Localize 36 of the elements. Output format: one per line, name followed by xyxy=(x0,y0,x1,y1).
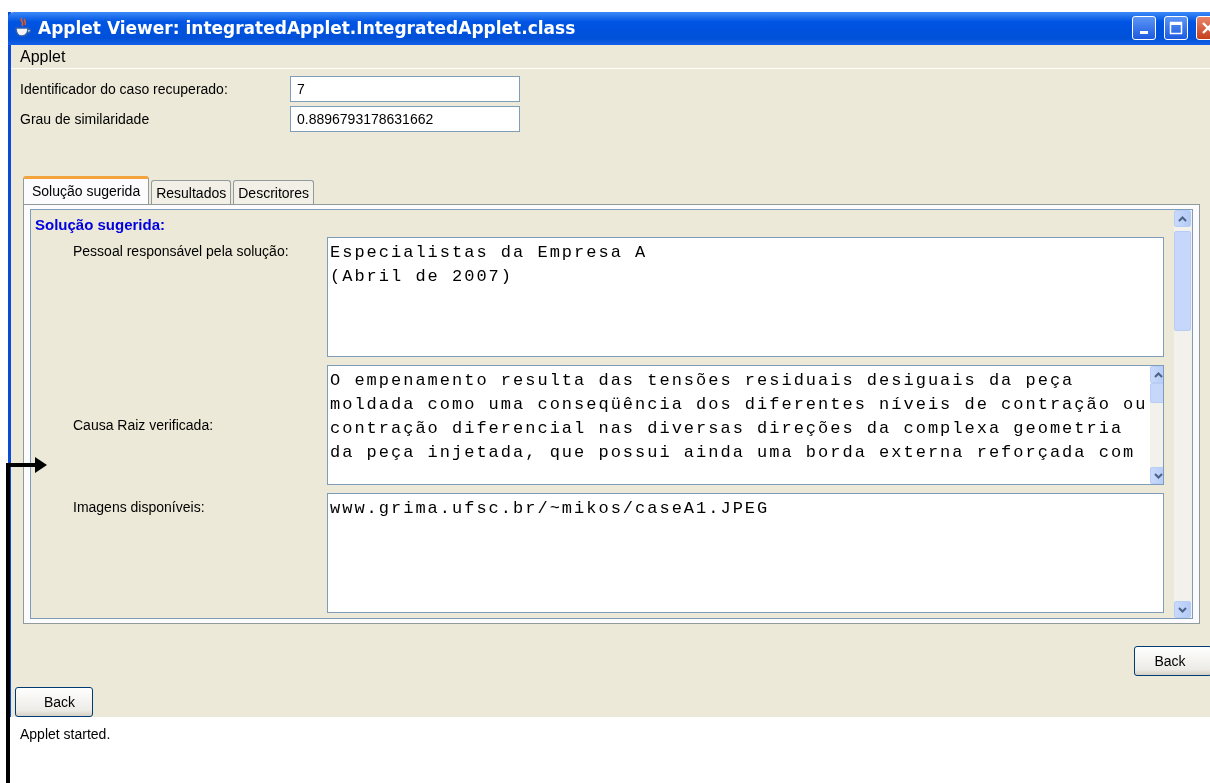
scrollbar-thumb[interactable] xyxy=(1174,231,1191,332)
maximize-button[interactable] xyxy=(1164,16,1188,41)
maximize-icon xyxy=(1169,21,1183,36)
field-label: Identificador do caso recuperado: xyxy=(20,81,229,98)
scroll-down-button[interactable] xyxy=(1174,601,1191,619)
scroll-up-button[interactable] xyxy=(1149,366,1163,384)
field-label: Grau de similaridade xyxy=(20,111,151,128)
scrollbar[interactable] xyxy=(1149,366,1163,485)
status-text: Applet started. xyxy=(19,725,111,742)
coffee-cup-icon xyxy=(14,17,32,40)
menu-item[interactable]: Applet xyxy=(20,47,66,66)
scroll-down-icon xyxy=(1153,472,1163,479)
field-label: Pessoal responsável pela solução: xyxy=(72,242,290,260)
scroll-down-icon xyxy=(1178,606,1187,613)
scrollbar-thumb[interactable] xyxy=(1149,383,1163,404)
field-label: Imagens disponíveis: xyxy=(72,498,206,516)
tab[interactable]: Solução sugerida xyxy=(23,176,150,205)
scrollbar[interactable] xyxy=(1174,210,1192,619)
window-title: Applet Viewer: integratedApplet.IntegratedApplet.class xyxy=(38,18,577,39)
tab[interactable]: Resultados xyxy=(151,180,232,205)
minimize-icon xyxy=(1140,30,1148,34)
field-label: Causa Raiz verificada: xyxy=(72,417,215,434)
scroll-up-button[interactable] xyxy=(1174,210,1191,228)
text-area[interactable]: O empenamento resulta das tensões residuais desiguais da peça moldada como uma conseqüência dos diferentes níveis de contração ou contração diferencial nas diversas direções da complexa geometria da peça injetada, que possui ainda uma borda externa reforçada com xyxy=(327,365,1164,486)
back-button[interactable]: Back xyxy=(1134,646,1210,677)
scroll-down-button[interactable] xyxy=(1149,467,1163,485)
input-field[interactable]: 0.8896793178631662 xyxy=(290,106,520,133)
back-button[interactable]: Back xyxy=(15,687,93,718)
input-field[interactable]: 7 xyxy=(290,76,520,103)
text-area[interactable]: www.grima.ufsc.br/~mikos/caseA1.JPEG xyxy=(327,493,1164,614)
tab[interactable]: Descritores xyxy=(233,180,315,205)
section-heading: Solução sugerida: xyxy=(35,216,167,234)
text-area[interactable]: Especialistas da Empresa A (Abril de 2007) xyxy=(327,237,1164,358)
minimize-button[interactable] xyxy=(1132,16,1156,41)
scroll-up-icon xyxy=(1153,371,1163,378)
scroll-up-icon xyxy=(1178,215,1187,222)
